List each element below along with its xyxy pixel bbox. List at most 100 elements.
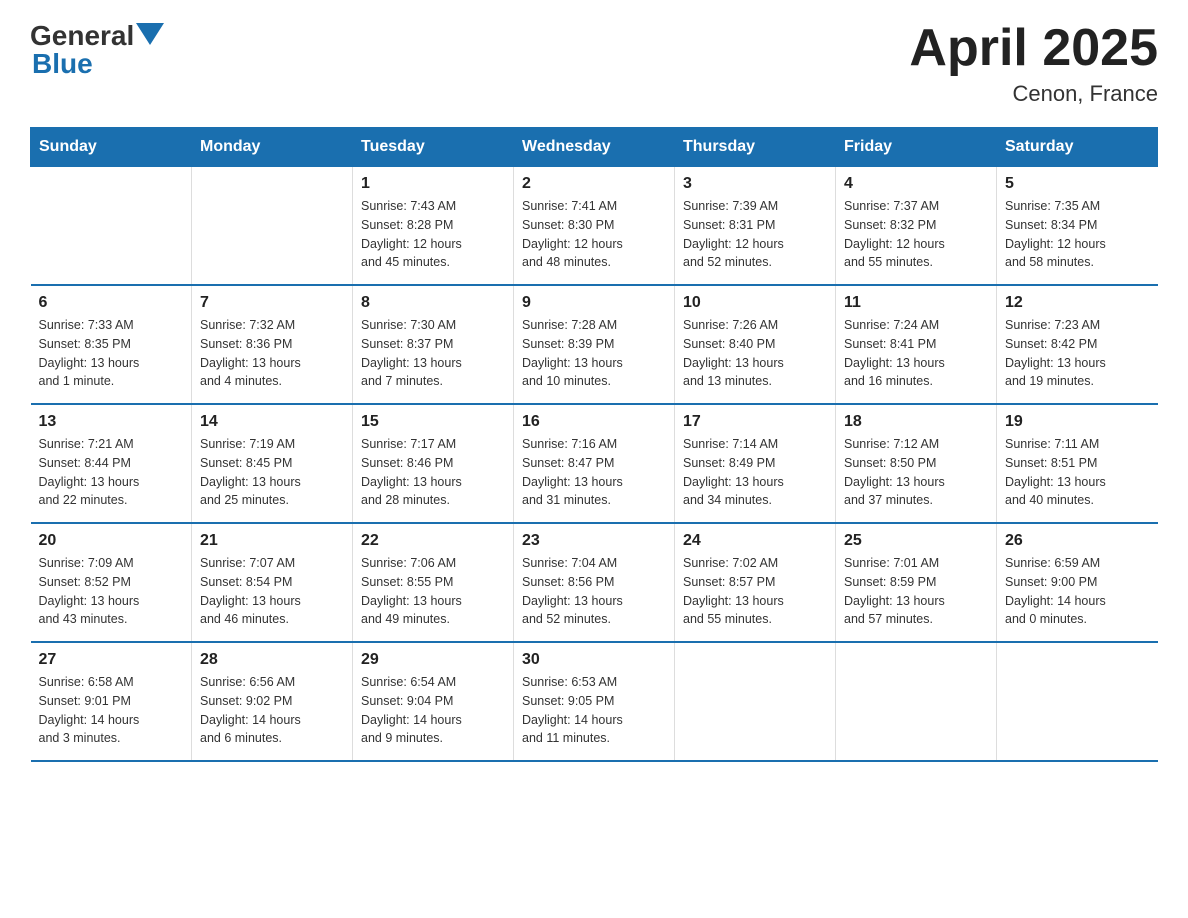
day-info: Sunrise: 6:53 AM Sunset: 9:05 PM Dayligh… bbox=[522, 673, 666, 748]
title-block: April 2025 Cenon, France bbox=[909, 20, 1158, 107]
calendar-table: SundayMondayTuesdayWednesdayThursdayFrid… bbox=[30, 127, 1158, 762]
day-info: Sunrise: 7:37 AM Sunset: 8:32 PM Dayligh… bbox=[844, 197, 988, 272]
calendar-week-row: 13 Sunrise: 7:21 AM Sunset: 8:44 PM Dayli… bbox=[31, 404, 1158, 523]
calendar-cell: 28Sunrise: 6:56 AM Sunset: 9:02 PM Dayli… bbox=[192, 642, 353, 761]
calendar-cell: 29Sunrise: 6:54 AM Sunset: 9:04 PM Dayli… bbox=[353, 642, 514, 761]
day-number: 30 bbox=[522, 651, 666, 669]
day-number: 8 bbox=[361, 294, 505, 312]
calendar-subtitle: Cenon, France bbox=[909, 81, 1158, 107]
calendar-cell: 10 Sunrise: 7:26 AM Sunset: 8:40 PM Dayli… bbox=[675, 285, 836, 404]
day-number: 10 bbox=[683, 294, 827, 312]
calendar-cell bbox=[997, 642, 1158, 761]
day-info: Sunrise: 7:28 AM Sunset: 8:39 PM Dayligh… bbox=[522, 316, 666, 391]
calendar-cell: 8 Sunrise: 7:30 AM Sunset: 8:37 PM Daylig… bbox=[353, 285, 514, 404]
day-number: 18 bbox=[844, 413, 988, 431]
header-monday: Monday bbox=[192, 128, 353, 167]
day-number: 5 bbox=[1005, 175, 1150, 193]
header-sunday: Sunday bbox=[31, 128, 192, 167]
calendar-cell: 11 Sunrise: 7:24 AM Sunset: 8:41 PM Dayli… bbox=[836, 285, 997, 404]
calendar-cell bbox=[31, 167, 192, 286]
calendar-cell: 25Sunrise: 7:01 AM Sunset: 8:59 PM Dayli… bbox=[836, 523, 997, 642]
calendar-cell: 6 Sunrise: 7:33 AM Sunset: 8:35 PM Daylig… bbox=[31, 285, 192, 404]
day-info: Sunrise: 7:19 AM Sunset: 8:45 PM Dayligh… bbox=[200, 435, 344, 510]
calendar-cell bbox=[192, 167, 353, 286]
calendar-cell: 18 Sunrise: 7:12 AM Sunset: 8:50 PM Dayli… bbox=[836, 404, 997, 523]
calendar-cell: 20Sunrise: 7:09 AM Sunset: 8:52 PM Dayli… bbox=[31, 523, 192, 642]
day-number: 6 bbox=[39, 294, 184, 312]
day-info: Sunrise: 7:02 AM Sunset: 8:57 PM Dayligh… bbox=[683, 554, 827, 629]
calendar-cell: 13 Sunrise: 7:21 AM Sunset: 8:44 PM Dayli… bbox=[31, 404, 192, 523]
day-info: Sunrise: 7:43 AM Sunset: 8:28 PM Dayligh… bbox=[361, 197, 505, 272]
day-info: Sunrise: 7:12 AM Sunset: 8:50 PM Dayligh… bbox=[844, 435, 988, 510]
day-info: Sunrise: 7:30 AM Sunset: 8:37 PM Dayligh… bbox=[361, 316, 505, 391]
day-number: 13 bbox=[39, 413, 184, 431]
day-number: 9 bbox=[522, 294, 666, 312]
calendar-cell: 5Sunrise: 7:35 AM Sunset: 8:34 PM Daylig… bbox=[997, 167, 1158, 286]
day-info: Sunrise: 7:07 AM Sunset: 8:54 PM Dayligh… bbox=[200, 554, 344, 629]
calendar-cell: 4 Sunrise: 7:37 AM Sunset: 8:32 PM Daylig… bbox=[836, 167, 997, 286]
day-info: Sunrise: 7:14 AM Sunset: 8:49 PM Dayligh… bbox=[683, 435, 827, 510]
day-number: 7 bbox=[200, 294, 344, 312]
calendar-week-row: 6 Sunrise: 7:33 AM Sunset: 8:35 PM Daylig… bbox=[31, 285, 1158, 404]
calendar-cell: 26 Sunrise: 6:59 AM Sunset: 9:00 PM Dayli… bbox=[997, 523, 1158, 642]
calendar-cell: 24 Sunrise: 7:02 AM Sunset: 8:57 PM Dayli… bbox=[675, 523, 836, 642]
header-tuesday: Tuesday bbox=[353, 128, 514, 167]
calendar-cell: 19 Sunrise: 7:11 AM Sunset: 8:51 PM Dayli… bbox=[997, 404, 1158, 523]
day-number: 16 bbox=[522, 413, 666, 431]
day-number: 15 bbox=[361, 413, 505, 431]
day-info: Sunrise: 7:41 AM Sunset: 8:30 PM Dayligh… bbox=[522, 197, 666, 272]
calendar-cell: 12 Sunrise: 7:23 AM Sunset: 8:42 PM Dayli… bbox=[997, 285, 1158, 404]
day-number: 12 bbox=[1005, 294, 1150, 312]
header-saturday: Saturday bbox=[997, 128, 1158, 167]
page-header: General Blue April 2025 Cenon, France bbox=[30, 20, 1158, 107]
day-number: 19 bbox=[1005, 413, 1150, 431]
calendar-title: April 2025 bbox=[909, 20, 1158, 77]
header-wednesday: Wednesday bbox=[514, 128, 675, 167]
day-number: 20 bbox=[39, 532, 184, 550]
day-info: Sunrise: 7:04 AM Sunset: 8:56 PM Dayligh… bbox=[522, 554, 666, 629]
day-info: Sunrise: 7:23 AM Sunset: 8:42 PM Dayligh… bbox=[1005, 316, 1150, 391]
day-info: Sunrise: 7:16 AM Sunset: 8:47 PM Dayligh… bbox=[522, 435, 666, 510]
day-number: 1 bbox=[361, 175, 505, 193]
calendar-header-row: SundayMondayTuesdayWednesdayThursdayFrid… bbox=[31, 128, 1158, 167]
header-friday: Friday bbox=[836, 128, 997, 167]
calendar-cell: 22Sunrise: 7:06 AM Sunset: 8:55 PM Dayli… bbox=[353, 523, 514, 642]
day-info: Sunrise: 7:33 AM Sunset: 8:35 PM Dayligh… bbox=[39, 316, 184, 391]
day-number: 4 bbox=[844, 175, 988, 193]
day-info: Sunrise: 7:24 AM Sunset: 8:41 PM Dayligh… bbox=[844, 316, 988, 391]
calendar-cell bbox=[675, 642, 836, 761]
logo-blue-text: Blue bbox=[32, 48, 93, 80]
day-number: 26 bbox=[1005, 532, 1150, 550]
day-info: Sunrise: 7:17 AM Sunset: 8:46 PM Dayligh… bbox=[361, 435, 505, 510]
calendar-cell: 30 Sunrise: 6:53 AM Sunset: 9:05 PM Dayli… bbox=[514, 642, 675, 761]
day-number: 2 bbox=[522, 175, 666, 193]
day-info: Sunrise: 7:01 AM Sunset: 8:59 PM Dayligh… bbox=[844, 554, 988, 629]
day-info: Sunrise: 7:26 AM Sunset: 8:40 PM Dayligh… bbox=[683, 316, 827, 391]
calendar-cell: 1 Sunrise: 7:43 AM Sunset: 8:28 PM Daylig… bbox=[353, 167, 514, 286]
day-info: Sunrise: 6:59 AM Sunset: 9:00 PM Dayligh… bbox=[1005, 554, 1150, 629]
day-info: Sunrise: 6:54 AM Sunset: 9:04 PM Dayligh… bbox=[361, 673, 505, 748]
calendar-cell bbox=[836, 642, 997, 761]
day-info: Sunrise: 7:32 AM Sunset: 8:36 PM Dayligh… bbox=[200, 316, 344, 391]
day-number: 22 bbox=[361, 532, 505, 550]
calendar-cell: 7 Sunrise: 7:32 AM Sunset: 8:36 PM Daylig… bbox=[192, 285, 353, 404]
calendar-cell: 21Sunrise: 7:07 AM Sunset: 8:54 PM Dayli… bbox=[192, 523, 353, 642]
calendar-cell: 17 Sunrise: 7:14 AM Sunset: 8:49 PM Dayli… bbox=[675, 404, 836, 523]
day-info: Sunrise: 7:21 AM Sunset: 8:44 PM Dayligh… bbox=[39, 435, 184, 510]
day-info: Sunrise: 7:11 AM Sunset: 8:51 PM Dayligh… bbox=[1005, 435, 1150, 510]
calendar-week-row: 27Sunrise: 6:58 AM Sunset: 9:01 PM Dayli… bbox=[31, 642, 1158, 761]
calendar-cell: 3 Sunrise: 7:39 AM Sunset: 8:31 PM Daylig… bbox=[675, 167, 836, 286]
calendar-cell: 23Sunrise: 7:04 AM Sunset: 8:56 PM Dayli… bbox=[514, 523, 675, 642]
day-number: 17 bbox=[683, 413, 827, 431]
logo-triangle-icon bbox=[136, 23, 164, 45]
calendar-cell: 27Sunrise: 6:58 AM Sunset: 9:01 PM Dayli… bbox=[31, 642, 192, 761]
day-number: 3 bbox=[683, 175, 827, 193]
calendar-cell: 16 Sunrise: 7:16 AM Sunset: 8:47 PM Dayli… bbox=[514, 404, 675, 523]
day-number: 24 bbox=[683, 532, 827, 550]
logo: General Blue bbox=[30, 20, 164, 80]
calendar-cell: 14Sunrise: 7:19 AM Sunset: 8:45 PM Dayli… bbox=[192, 404, 353, 523]
calendar-cell: 15 Sunrise: 7:17 AM Sunset: 8:46 PM Dayli… bbox=[353, 404, 514, 523]
day-number: 11 bbox=[844, 294, 988, 312]
calendar-week-row: 20Sunrise: 7:09 AM Sunset: 8:52 PM Dayli… bbox=[31, 523, 1158, 642]
day-info: Sunrise: 7:39 AM Sunset: 8:31 PM Dayligh… bbox=[683, 197, 827, 272]
